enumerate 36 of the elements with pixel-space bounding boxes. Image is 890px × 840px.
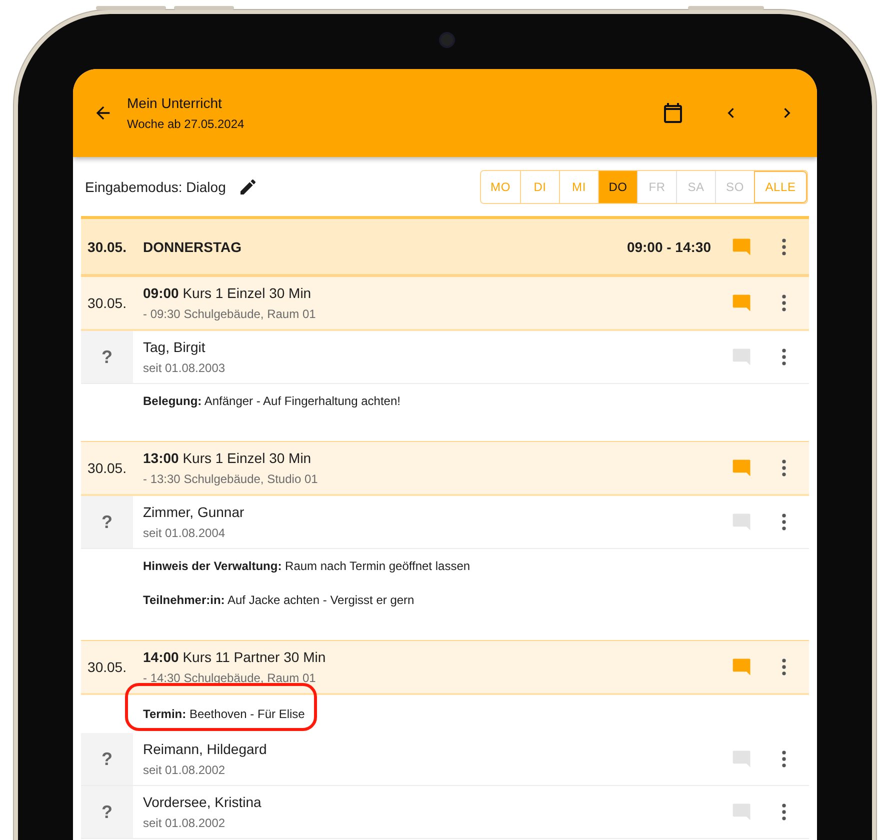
event-location: - 14:30 Schulgebäude, Raum 01 [143,671,317,685]
event-title: 13:00 Kurs 1 Einzel 30 Min [143,450,312,466]
event-location: - 09:30 Schulgebäude, Raum 01 [143,307,316,321]
participant-note: Teilnehmer:in: Auf Jacke achten - Vergisst er gern [143,592,416,609]
day-date: 30.05. [86,238,128,254]
time-range: 09:00 - 14:30 [626,238,711,254]
participant-since: seit 01.08.2002 [143,816,226,830]
avatar[interactable]: ? [81,331,133,383]
event-title: 14:00 Kurs 11 Partner 30 Min [143,649,326,665]
event-date: 30.05. [86,295,128,311]
app-title: Mein Unterricht [127,95,223,111]
event-date: 30.05. [86,460,128,476]
participant-note: Hinweis der Verwaltung: Raum nach Termin geöffnet lassen [143,558,472,575]
participant-name: Reimann, Hildegard [143,741,267,757]
appointment-note: Termin: Beethoven - Für Elise [143,706,306,723]
edit-icon[interactable] [238,176,258,196]
participant-since: seit 01.08.2002 [143,763,226,777]
participant-since: seit 01.08.2003 [143,361,226,375]
day-tab[interactable]: ALLE [754,170,807,202]
app-subtitle: Woche ab 27.05.2024 [127,117,246,131]
input-mode-label: Eingabemodus: Dialog [85,178,226,194]
day-tab[interactable]: DO [598,170,637,202]
participant-note: Belegung: Anfänger - Auf Fingerhaltung achten! [143,393,402,410]
participant-since: seit 01.08.2004 [143,526,226,540]
participant-name: Tag, Birgit [143,339,206,355]
avatar[interactable]: ? [81,786,133,838]
weekday-label: DONNERSTAG [143,238,243,254]
event-location: - 13:30 Schulgebäude, Studio 01 [143,472,318,486]
participant-name: Zimmer, Gunnar [143,504,244,520]
event-title: 09:00 Kurs 1 Einzel 30 Min [143,285,312,301]
avatar[interactable]: ? [81,496,133,548]
calendar-button[interactable] [661,101,685,125]
event-date: 30.05. [86,659,128,675]
avatar[interactable]: ? [81,733,133,785]
calendar-icon [661,101,685,125]
participant-name: Vordersee, Kristina [143,794,262,810]
